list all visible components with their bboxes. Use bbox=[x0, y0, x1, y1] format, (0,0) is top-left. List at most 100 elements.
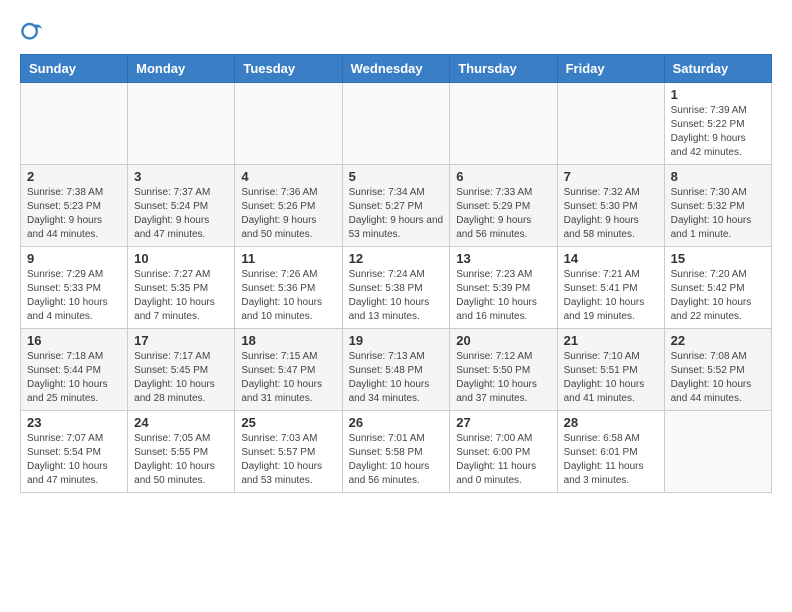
day-number: 22 bbox=[671, 333, 765, 348]
calendar-day-23: 23Sunrise: 7:07 AM Sunset: 5:54 PM Dayli… bbox=[21, 411, 128, 493]
calendar-day-5: 5 Sunrise: 7:34 AM Sunset: 5:27 PM Daylig… bbox=[342, 165, 450, 247]
calendar-day-empty bbox=[450, 83, 557, 165]
day-info: Sunrise: 7:21 AM Sunset: 5:41 PM Dayligh… bbox=[564, 268, 658, 324]
day-number: 4 bbox=[241, 169, 335, 184]
day-number: 26 bbox=[349, 415, 444, 430]
calendar-week-row: 9 Sunrise: 7:29 AM Sunset: 5:33 PM Daylig… bbox=[21, 247, 772, 329]
day-number: 18 bbox=[241, 333, 335, 348]
day-number: 2 bbox=[27, 169, 121, 184]
day-number: 15 bbox=[671, 251, 765, 266]
day-info: Sunrise: 7:33 AM Sunset: 5:29 PM Dayligh… bbox=[456, 186, 550, 242]
calendar-day-11: 11Sunrise: 7:26 AM Sunset: 5:36 PM Dayli… bbox=[235, 247, 342, 329]
header bbox=[20, 20, 772, 44]
calendar-day-26: 26 Sunrise: 7:01 AM Sunset: 5:58 PM Dayli… bbox=[342, 411, 450, 493]
day-info: Sunrise: 7:27 AM Sunset: 5:35 PM Dayligh… bbox=[134, 268, 228, 324]
day-info: Sunrise: 6:58 AM Sunset: 6:01 PM Dayligh… bbox=[564, 432, 658, 488]
day-info: Sunrise: 7:23 AM Sunset: 5:39 PM Dayligh… bbox=[456, 268, 550, 324]
calendar-day-7: 7 Sunrise: 7:32 AM Sunset: 5:30 PM Daylig… bbox=[557, 165, 664, 247]
calendar-day-21: 21 Sunrise: 7:10 AM Sunset: 5:51 PM Dayli… bbox=[557, 329, 664, 411]
day-number: 7 bbox=[564, 169, 658, 184]
calendar-day-empty bbox=[128, 83, 235, 165]
calendar-day-16: 16 Sunrise: 7:18 AM Sunset: 5:44 PM Dayli… bbox=[21, 329, 128, 411]
calendar-week-row: 23Sunrise: 7:07 AM Sunset: 5:54 PM Dayli… bbox=[21, 411, 772, 493]
day-info: Sunrise: 7:38 AM Sunset: 5:23 PM Dayligh… bbox=[27, 186, 121, 242]
calendar-day-28: 28 Sunrise: 6:58 AM Sunset: 6:01 PM Dayli… bbox=[557, 411, 664, 493]
day-number: 9 bbox=[27, 251, 121, 266]
calendar-day-empty bbox=[235, 83, 342, 165]
day-number: 12 bbox=[349, 251, 444, 266]
day-info: Sunrise: 7:00 AM Sunset: 6:00 PM Dayligh… bbox=[456, 432, 550, 488]
day-number: 8 bbox=[671, 169, 765, 184]
day-info: Sunrise: 7:15 AM Sunset: 5:47 PM Dayligh… bbox=[241, 350, 335, 406]
calendar-week-row: 2 Sunrise: 7:38 AM Sunset: 5:23 PM Daylig… bbox=[21, 165, 772, 247]
calendar-day-24: 24 Sunrise: 7:05 AM Sunset: 5:55 PM Dayli… bbox=[128, 411, 235, 493]
day-number: 10 bbox=[134, 251, 228, 266]
day-info: Sunrise: 7:17 AM Sunset: 5:45 PM Dayligh… bbox=[134, 350, 228, 406]
calendar-day-4: 4 Sunrise: 7:36 AM Sunset: 5:26 PM Daylig… bbox=[235, 165, 342, 247]
day-number: 25 bbox=[241, 415, 335, 430]
day-info: Sunrise: 7:26 AM Sunset: 5:36 PM Dayligh… bbox=[241, 268, 335, 324]
weekday-header-wednesday: Wednesday bbox=[342, 55, 450, 83]
day-info: Sunrise: 7:10 AM Sunset: 5:51 PM Dayligh… bbox=[564, 350, 658, 406]
calendar-table: SundayMondayTuesdayWednesdayThursdayFrid… bbox=[20, 54, 772, 493]
day-number: 13 bbox=[456, 251, 550, 266]
calendar-day-3: 3 Sunrise: 7:37 AM Sunset: 5:24 PM Daylig… bbox=[128, 165, 235, 247]
calendar-day-13: 13 Sunrise: 7:23 AM Sunset: 5:39 PM Dayli… bbox=[450, 247, 557, 329]
calendar-day-empty bbox=[664, 411, 771, 493]
day-info: Sunrise: 7:20 AM Sunset: 5:42 PM Dayligh… bbox=[671, 268, 765, 324]
day-number: 28 bbox=[564, 415, 658, 430]
day-info: Sunrise: 7:39 AM Sunset: 5:22 PM Dayligh… bbox=[671, 104, 765, 160]
day-info: Sunrise: 7:13 AM Sunset: 5:48 PM Dayligh… bbox=[349, 350, 444, 406]
day-info: Sunrise: 7:24 AM Sunset: 5:38 PM Dayligh… bbox=[349, 268, 444, 324]
calendar-day-1: 1 Sunrise: 7:39 AM Sunset: 5:22 PM Daylig… bbox=[664, 83, 771, 165]
weekday-header-saturday: Saturday bbox=[664, 55, 771, 83]
weekday-header-tuesday: Tuesday bbox=[235, 55, 342, 83]
day-info: Sunrise: 7:36 AM Sunset: 5:26 PM Dayligh… bbox=[241, 186, 335, 242]
logo bbox=[20, 20, 48, 44]
weekday-header-row: SundayMondayTuesdayWednesdayThursdayFrid… bbox=[21, 55, 772, 83]
day-number: 5 bbox=[349, 169, 444, 184]
calendar-day-22: 22 Sunrise: 7:08 AM Sunset: 5:52 PM Dayli… bbox=[664, 329, 771, 411]
calendar-day-19: 19 Sunrise: 7:13 AM Sunset: 5:48 PM Dayli… bbox=[342, 329, 450, 411]
day-number: 14 bbox=[564, 251, 658, 266]
calendar-day-10: 10 Sunrise: 7:27 AM Sunset: 5:35 PM Dayli… bbox=[128, 247, 235, 329]
logo-icon bbox=[20, 20, 44, 44]
calendar-day-12: 12 Sunrise: 7:24 AM Sunset: 5:38 PM Dayli… bbox=[342, 247, 450, 329]
calendar-week-row: 16 Sunrise: 7:18 AM Sunset: 5:44 PM Dayli… bbox=[21, 329, 772, 411]
day-info: Sunrise: 7:32 AM Sunset: 5:30 PM Dayligh… bbox=[564, 186, 658, 242]
day-number: 24 bbox=[134, 415, 228, 430]
day-number: 3 bbox=[134, 169, 228, 184]
day-info: Sunrise: 7:08 AM Sunset: 5:52 PM Dayligh… bbox=[671, 350, 765, 406]
day-info: Sunrise: 7:29 AM Sunset: 5:33 PM Dayligh… bbox=[27, 268, 121, 324]
day-number: 1 bbox=[671, 87, 765, 102]
day-info: Sunrise: 7:37 AM Sunset: 5:24 PM Dayligh… bbox=[134, 186, 228, 242]
calendar-day-14: 14 Sunrise: 7:21 AM Sunset: 5:41 PM Dayli… bbox=[557, 247, 664, 329]
calendar-day-9: 9 Sunrise: 7:29 AM Sunset: 5:33 PM Daylig… bbox=[21, 247, 128, 329]
day-number: 17 bbox=[134, 333, 228, 348]
day-info: Sunrise: 7:03 AM Sunset: 5:57 PM Dayligh… bbox=[241, 432, 335, 488]
day-number: 21 bbox=[564, 333, 658, 348]
day-info: Sunrise: 7:18 AM Sunset: 5:44 PM Dayligh… bbox=[27, 350, 121, 406]
day-number: 20 bbox=[456, 333, 550, 348]
day-number: 16 bbox=[27, 333, 121, 348]
day-info: Sunrise: 7:05 AM Sunset: 5:55 PM Dayligh… bbox=[134, 432, 228, 488]
calendar-day-2: 2 Sunrise: 7:38 AM Sunset: 5:23 PM Daylig… bbox=[21, 165, 128, 247]
calendar-day-empty bbox=[342, 83, 450, 165]
weekday-header-friday: Friday bbox=[557, 55, 664, 83]
day-number: 19 bbox=[349, 333, 444, 348]
weekday-header-sunday: Sunday bbox=[21, 55, 128, 83]
calendar-day-empty bbox=[21, 83, 128, 165]
calendar-day-8: 8 Sunrise: 7:30 AM Sunset: 5:32 PM Daylig… bbox=[664, 165, 771, 247]
calendar-day-6: 6Sunrise: 7:33 AM Sunset: 5:29 PM Daylig… bbox=[450, 165, 557, 247]
day-info: Sunrise: 7:01 AM Sunset: 5:58 PM Dayligh… bbox=[349, 432, 444, 488]
calendar-day-18: 18 Sunrise: 7:15 AM Sunset: 5:47 PM Dayli… bbox=[235, 329, 342, 411]
day-info: Sunrise: 7:30 AM Sunset: 5:32 PM Dayligh… bbox=[671, 186, 765, 242]
calendar-day-27: 27 Sunrise: 7:00 AM Sunset: 6:00 PM Dayli… bbox=[450, 411, 557, 493]
weekday-header-monday: Monday bbox=[128, 55, 235, 83]
calendar-day-25: 25 Sunrise: 7:03 AM Sunset: 5:57 PM Dayli… bbox=[235, 411, 342, 493]
calendar-day-empty bbox=[557, 83, 664, 165]
calendar-day-20: 20Sunrise: 7:12 AM Sunset: 5:50 PM Dayli… bbox=[450, 329, 557, 411]
day-number: 27 bbox=[456, 415, 550, 430]
day-info: Sunrise: 7:34 AM Sunset: 5:27 PM Dayligh… bbox=[349, 186, 444, 242]
day-info: Sunrise: 7:07 AM Sunset: 5:54 PM Dayligh… bbox=[27, 432, 121, 488]
